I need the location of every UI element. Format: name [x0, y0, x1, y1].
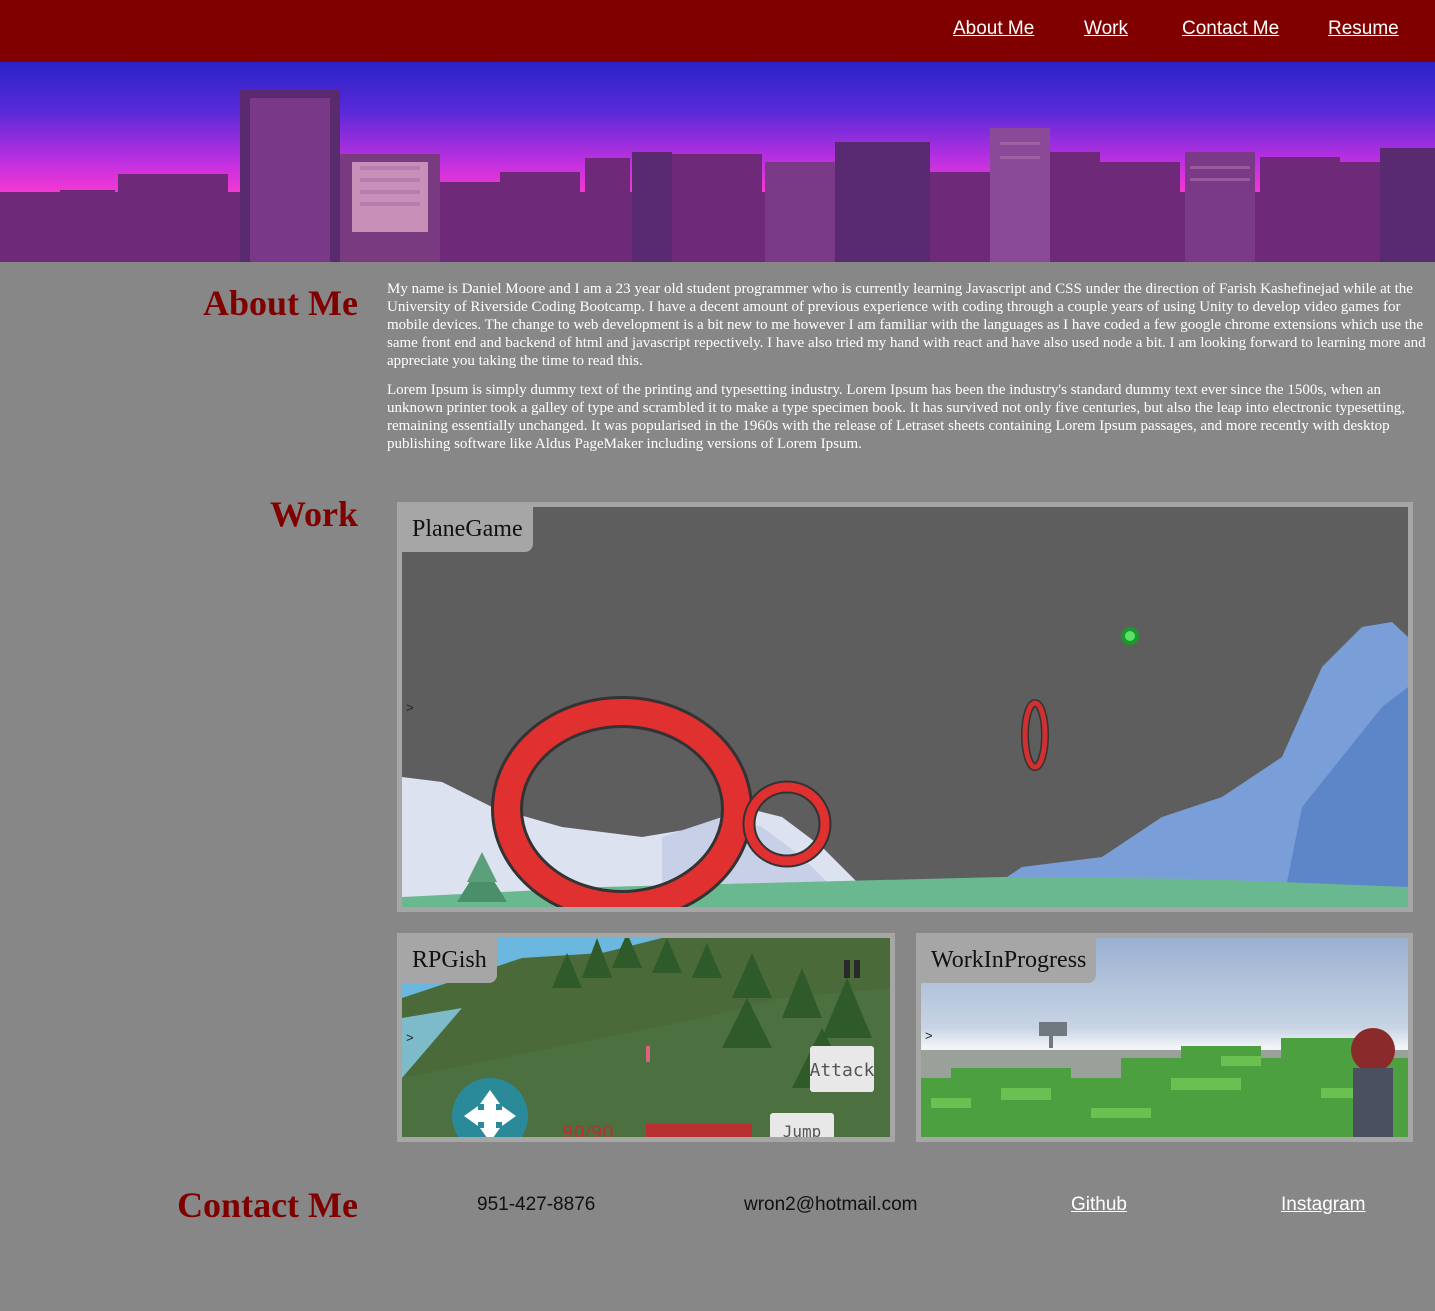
attack-button-text: Attack [809, 1060, 874, 1081]
contact-phone: 951-427-8876 [477, 1194, 596, 1215]
city-skyline-image [0, 62, 1435, 262]
planegame-arrow: > [406, 700, 414, 715]
rpgish-arrow: > [406, 1030, 414, 1045]
hero-banner [0, 62, 1435, 262]
rpgish-label: RPGish [402, 938, 497, 983]
nav-link-work[interactable]: Work [1084, 18, 1128, 40]
about-paragraph: Lorem Ipsum is simply dummy text of the … [387, 382, 1406, 452]
github-link[interactable]: Github [1071, 1194, 1127, 1216]
contact-me-heading-text: Contact Me [177, 1185, 358, 1225]
hp-counter-text: 90/90 [562, 1122, 614, 1137]
nav-link-about-me[interactable]: About Me [953, 18, 1034, 40]
workinprogress-label: WorkInProgress [921, 938, 1097, 983]
planegame-screenshot [402, 507, 1408, 907]
top-nav: About Me Work Contact Me Resume [0, 0, 1435, 62]
project-card-planegame[interactable]: > PlaneGame [397, 502, 1413, 912]
contact-email: wron2@hotmail.com [744, 1194, 918, 1215]
about-me-text: My name is Daniel Moore and I am a 23 ye… [387, 280, 1429, 464]
nav-link-resume[interactable]: Resume [1328, 18, 1399, 40]
contact-me-heading: Contact Me [177, 1184, 358, 1226]
nav-link-contact-me[interactable]: Contact Me [1182, 18, 1279, 40]
jump-button-text: Jump [783, 1122, 822, 1137]
about-me-heading: About Me [203, 282, 358, 324]
about-paragraph: My name is Daniel Moore and I am a 23 ye… [387, 281, 1426, 369]
work-heading: Work [269, 494, 358, 534]
planegame-label: PlaneGame [402, 507, 533, 552]
project-card-rpgish[interactable]: Attack Jump 90/90 > RPGish [397, 933, 895, 1142]
about-me-heading-text: About Me [203, 283, 358, 323]
project-card-workinprogress[interactable]: > WorkInProgress [916, 933, 1413, 1142]
workinprogress-arrow: > [925, 1028, 933, 1043]
instagram-link[interactable]: Instagram [1281, 1194, 1365, 1216]
